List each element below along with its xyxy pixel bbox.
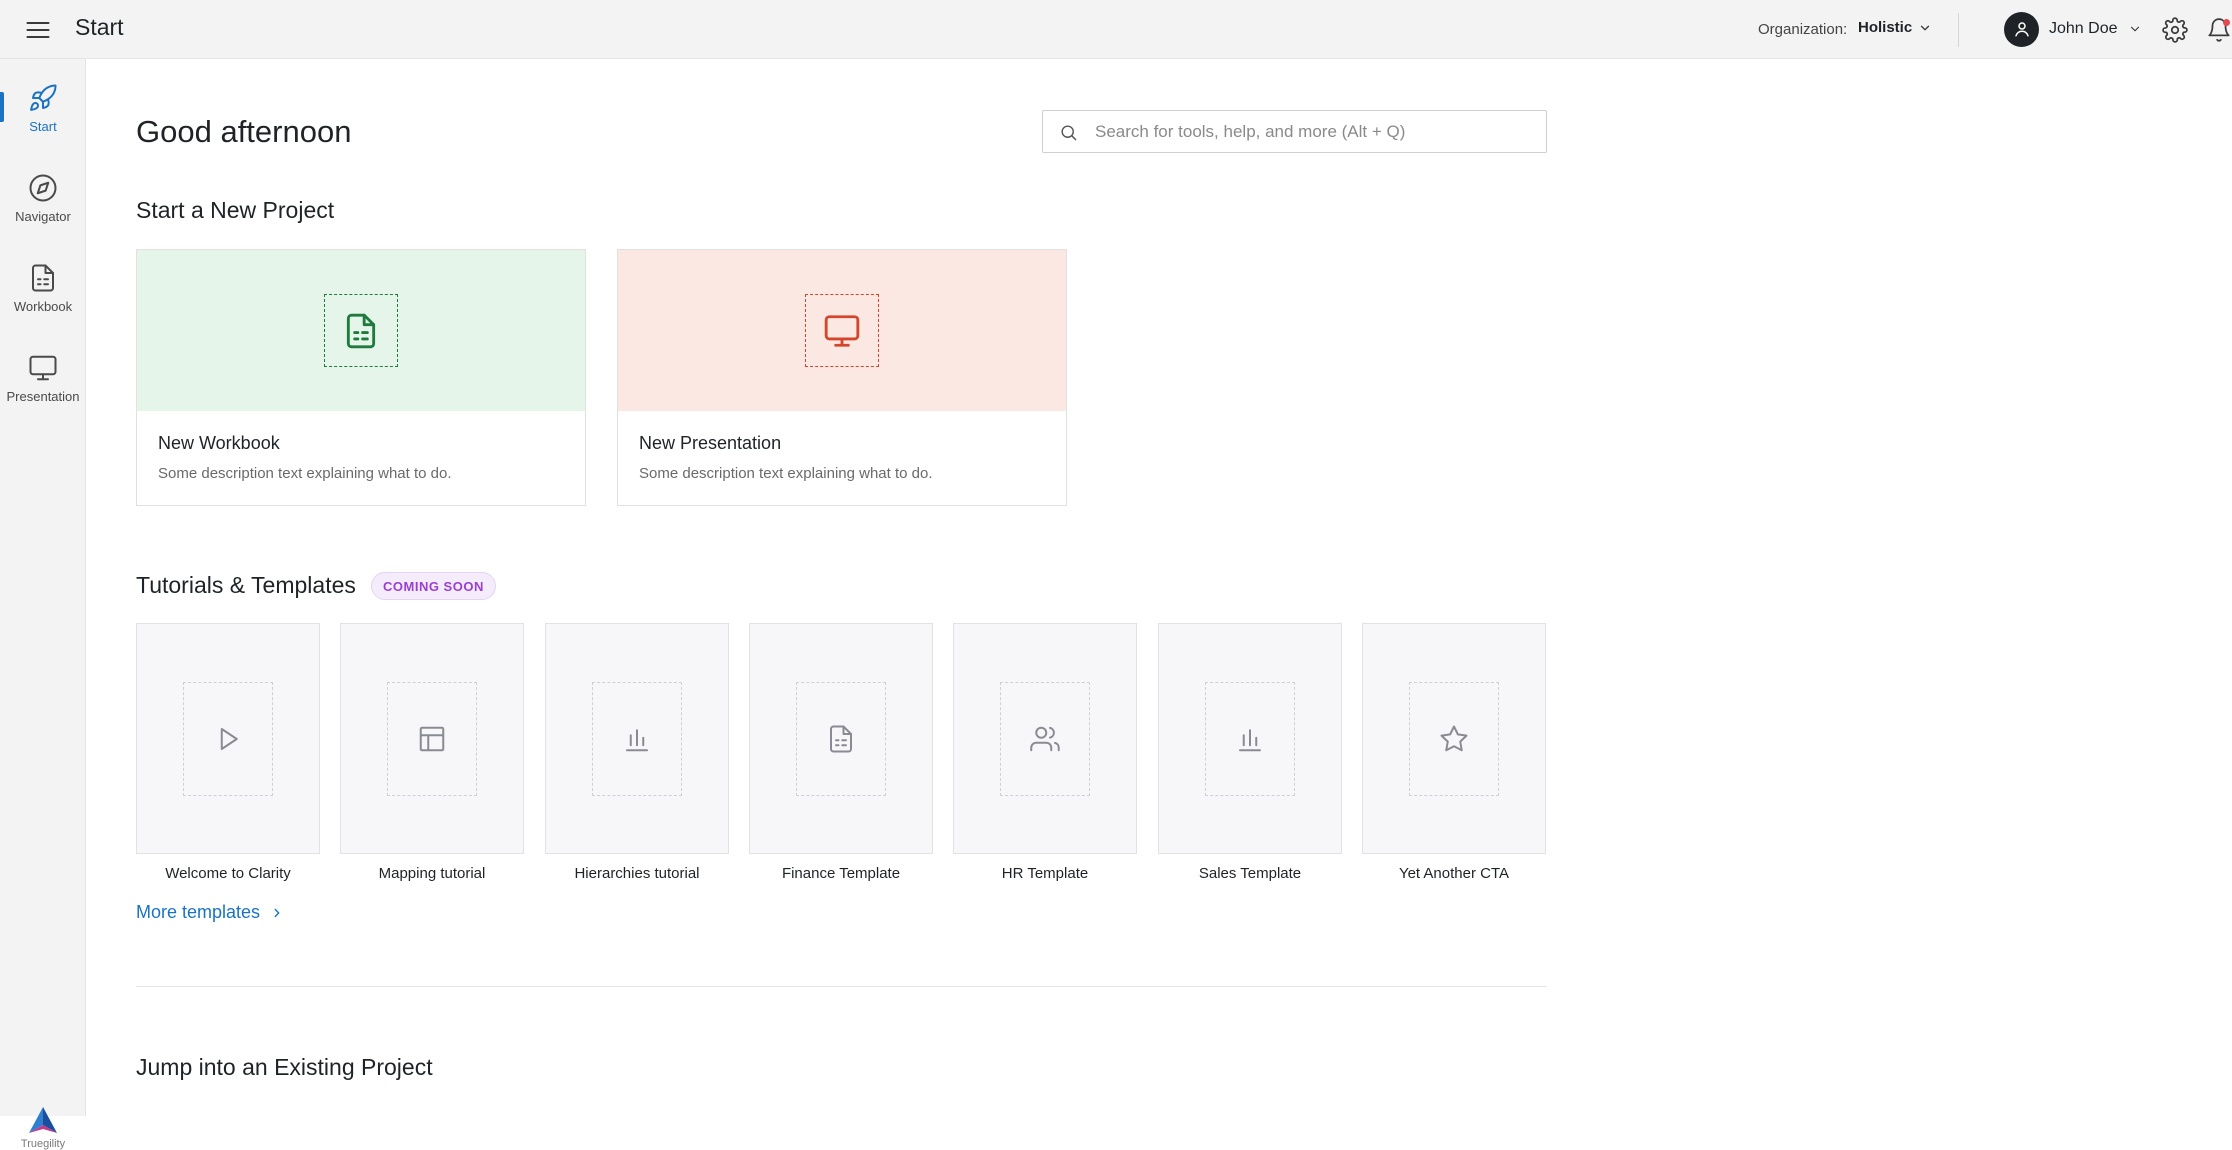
bar-chart-icon xyxy=(626,729,648,752)
menu-icon xyxy=(26,21,50,39)
section-divider xyxy=(136,986,1547,987)
template-card-sales[interactable]: Sales Template xyxy=(1158,623,1342,882)
new-project-heading: Start a New Project xyxy=(136,197,335,223)
header-divider xyxy=(1958,13,1959,47)
template-thumbnail xyxy=(340,623,524,854)
sidebar-item-label: Workbook xyxy=(13,298,73,314)
card-title: New Presentation xyxy=(639,433,782,453)
search-input[interactable] xyxy=(1095,111,1535,152)
organization-value: Holistic xyxy=(1858,19,1913,36)
template-label: Finance Template xyxy=(781,865,901,882)
card-title: New Workbook xyxy=(158,433,280,453)
bar-chart-icon xyxy=(1239,729,1261,752)
search-box xyxy=(1042,110,1547,153)
template-card-welcome[interactable]: Welcome to Clarity xyxy=(136,623,320,882)
sidebar-item-start[interactable]: Start xyxy=(0,69,86,147)
workbook-icon xyxy=(32,264,54,291)
template-thumbnail xyxy=(953,623,1137,854)
sidebar-item-label: Navigator xyxy=(15,208,71,224)
template-label: Mapping tutorial xyxy=(378,865,486,882)
sidebar-item-navigator[interactable]: Navigator xyxy=(0,159,86,237)
tutorials-heading: Tutorials & Templates xyxy=(136,572,356,598)
more-templates-link[interactable]: More templates xyxy=(136,902,284,923)
template-icon-frame xyxy=(1409,682,1499,796)
document-icon xyxy=(830,725,852,753)
page-title: Start xyxy=(75,14,124,40)
template-icon-frame xyxy=(796,682,886,796)
chevron-down-icon xyxy=(1921,25,1930,30)
monitor-icon xyxy=(29,355,57,380)
monitor-icon xyxy=(824,314,860,347)
sidebar-item-presentation[interactable]: Presentation xyxy=(0,339,86,417)
template-card-cta[interactable]: Yet Another CTA xyxy=(1362,623,1546,882)
existing-project-heading: Jump into an Existing Project xyxy=(136,1054,433,1080)
template-icon-frame xyxy=(592,682,682,796)
chevron-down-icon xyxy=(2130,26,2139,32)
template-icon-frame xyxy=(1205,682,1295,796)
users-icon xyxy=(1030,726,1060,752)
template-thumbnail xyxy=(749,623,933,854)
sidebar: Start Navigator Workbook Presentation Tr… xyxy=(0,59,86,1150)
workbook-icon xyxy=(346,313,376,348)
template-card-finance[interactable]: Finance Template xyxy=(749,623,933,882)
search-icon xyxy=(1061,125,1077,141)
template-thumbnail xyxy=(545,623,729,854)
template-card-hr[interactable]: HR Template xyxy=(953,623,1137,882)
template-thumbnail xyxy=(136,623,320,854)
sidebar-item-workbook[interactable]: Workbook xyxy=(0,249,86,327)
card-icon-frame xyxy=(324,294,398,367)
card-hero xyxy=(618,250,1066,411)
card-hero xyxy=(137,250,585,411)
logo-icon xyxy=(29,1107,57,1133)
template-label: Sales Template xyxy=(1198,865,1302,882)
template-label: Hierarchies tutorial xyxy=(574,865,700,882)
organization-selector[interactable]: Holistic xyxy=(1858,19,1932,36)
template-label: HR Template xyxy=(1001,865,1089,882)
settings-button[interactable] xyxy=(2162,17,2188,43)
new-presentation-card[interactable]: New Presentation Some description text e… xyxy=(617,249,1067,506)
sidebar-item-label: Start xyxy=(29,118,57,134)
card-description: Some description text explaining what to… xyxy=(158,465,452,482)
user-menu-button[interactable]: John Doe xyxy=(2004,11,2142,47)
rocket-icon xyxy=(30,83,57,111)
brand-name: Truegility xyxy=(20,1138,66,1150)
compass-icon xyxy=(29,174,57,201)
template-label: Welcome to Clarity xyxy=(165,865,291,882)
new-workbook-card[interactable]: New Workbook Some description text expla… xyxy=(136,249,586,506)
sidebar-item-label: Presentation xyxy=(6,388,80,404)
user-name: John Doe xyxy=(2049,20,2118,37)
template-thumbnail xyxy=(1158,623,1342,854)
template-card-mapping[interactable]: Mapping tutorial xyxy=(340,623,524,882)
menu-button[interactable] xyxy=(24,16,52,44)
table-icon xyxy=(419,726,445,752)
brand-logo: Truegility xyxy=(0,1105,86,1150)
template-label: Yet Another CTA xyxy=(1398,865,1510,882)
template-icon-frame xyxy=(387,682,477,796)
avatar xyxy=(2004,11,2039,47)
template-card-hierarchies[interactable]: Hierarchies tutorial xyxy=(545,623,729,882)
star-icon xyxy=(1440,725,1468,752)
more-templates-label: More templates xyxy=(136,902,261,922)
template-icon-frame xyxy=(183,682,273,796)
top-bar: Start Organization: Holistic John Doe xyxy=(0,0,2232,59)
play-icon xyxy=(220,728,238,750)
card-icon-frame xyxy=(805,294,879,367)
gear-icon xyxy=(2162,17,2188,43)
organization-label: Organization: xyxy=(1758,21,1848,38)
template-thumbnail xyxy=(1362,623,1546,854)
chevron-right-icon xyxy=(274,908,280,917)
coming-soon-badge: COMING SOON xyxy=(371,572,496,600)
notifications-button[interactable] xyxy=(2206,17,2232,43)
greeting-heading: Good afternoon xyxy=(136,114,352,149)
user-icon xyxy=(2014,22,2029,37)
notification-dot xyxy=(2223,19,2230,26)
template-icon-frame xyxy=(1000,682,1090,796)
card-description: Some description text explaining what to… xyxy=(639,465,933,482)
